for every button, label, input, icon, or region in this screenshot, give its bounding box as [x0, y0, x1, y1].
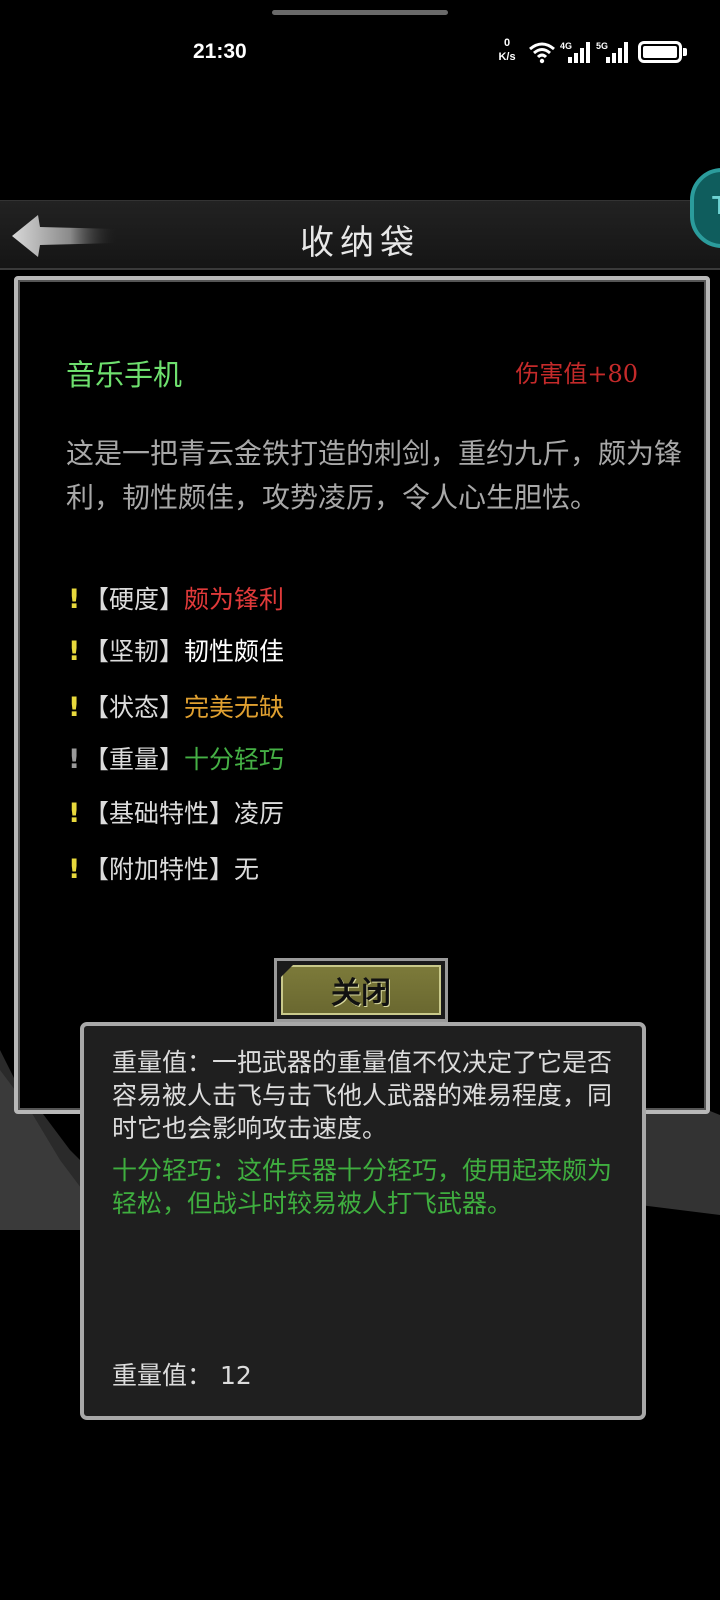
battery-icon	[638, 41, 687, 63]
signal-5g-label: 5G	[596, 41, 608, 51]
alert-icon: !	[68, 854, 81, 885]
alert-icon: !	[68, 692, 81, 723]
attribute-weight[interactable]: ! 【重量】十分轻巧	[68, 740, 284, 780]
attribute-condition[interactable]: ! 【状态】完美无缺	[68, 688, 284, 728]
close-button[interactable]: 关闭	[274, 958, 448, 1022]
close-button-face: 关闭	[281, 965, 441, 1015]
attribute-label: 【硬度】	[84, 585, 185, 614]
status-icons: 0 K/s 4G 5G	[492, 36, 698, 68]
attribute-value: 韧性颇佳	[184, 637, 285, 666]
attribute-value: 无	[234, 855, 260, 884]
alert-icon: !	[68, 584, 81, 615]
net-speed: 0 K/s	[492, 36, 522, 64]
item-detail-panel: 音乐手机 伤害值+80 这是一把青云金铁打造的刺剑，重约九斤，颇为锋利，韧性颇佳…	[14, 276, 710, 1114]
wifi-icon	[529, 42, 555, 64]
corner-badge-label: T	[712, 190, 720, 221]
net-speed-unit: K/s	[498, 51, 516, 63]
tooltip-tier-description: 十分轻巧：这件兵器十分轻巧，使用起来颇为轻松，但战斗时较易被人打飞武器。	[112, 1156, 613, 1218]
attribute-hardness[interactable]: ! 【硬度】颇为锋利	[68, 580, 284, 620]
alert-icon: !	[68, 798, 81, 829]
item-damage: 伤害值+80	[515, 360, 638, 388]
signal-4g-label: 4G	[560, 41, 572, 51]
status-time: 21:30	[193, 40, 247, 63]
tooltip-description: 重量值：一把武器的重量值不仅决定了它是否容易被人击飞与击飞他人武器的难易程度，同…	[112, 1048, 613, 1143]
attribute-toughness[interactable]: ! 【坚韧】韧性颇佳	[68, 632, 284, 672]
alert-icon: !	[68, 636, 81, 667]
attribute-base-trait[interactable]: ! 【基础特性】凌厉	[68, 794, 284, 834]
signal-5g-icon: 5G	[596, 41, 628, 63]
attribute-value: 完美无缺	[184, 693, 285, 722]
attribute-label: 【附加特性】	[84, 855, 235, 884]
attribute-extra-trait[interactable]: ! 【附加特性】无	[68, 850, 259, 890]
header-bar: 收纳袋	[0, 200, 720, 270]
net-speed-value: 0	[503, 37, 511, 49]
attribute-label: 【重量】	[84, 745, 185, 774]
attribute-label: 【基础特性】	[84, 799, 235, 828]
alert-icon: !	[68, 744, 81, 775]
close-button-label: 关闭	[331, 976, 391, 1011]
home-indicator	[272, 10, 448, 15]
item-description: 这是一把青云金铁打造的刺剑，重约九斤，颇为锋利，韧性颇佳，攻势凌厉，令人心生胆怯…	[66, 437, 683, 514]
weight-tooltip: 重量值：一把武器的重量值不仅决定了它是否容易被人击飞与击飞他人武器的难易程度，同…	[80, 1022, 646, 1420]
tooltip-weight-value: 重量值： 12	[112, 1361, 252, 1390]
attribute-label: 【坚韧】	[84, 637, 185, 666]
signal-4g-icon: 4G	[560, 41, 590, 63]
attribute-value: 十分轻巧	[184, 745, 285, 774]
attribute-value: 颇为锋利	[184, 585, 285, 614]
attribute-value: 凌厉	[234, 799, 285, 828]
attribute-label: 【状态】	[84, 693, 185, 722]
item-name: 音乐手机	[66, 358, 183, 392]
page-title: 收纳袋	[300, 223, 420, 263]
